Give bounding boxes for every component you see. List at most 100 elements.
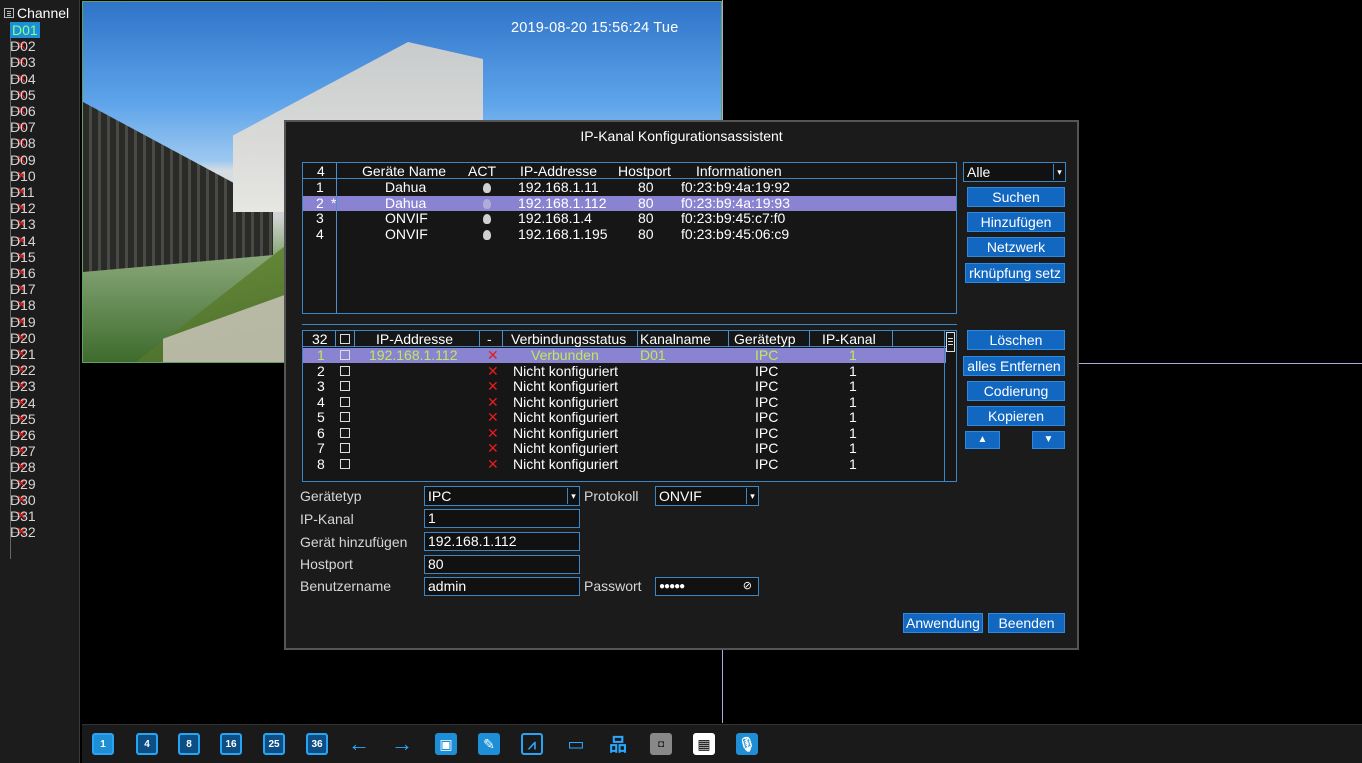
channel-item-d02[interactable]: ✕ D02 — [10, 38, 36, 54]
channel-item-d15[interactable]: ✕ D15 — [10, 249, 36, 265]
channel-item-d16[interactable]: ✕ D16 — [10, 265, 36, 281]
network-icon[interactable]: 品 — [607, 733, 629, 755]
encoding-button[interactable]: Codierung — [967, 381, 1065, 401]
channel-item-d32[interactable]: ✕ D32 — [10, 524, 36, 540]
device-row[interactable]: 4 ONVIF 192.168.1.195 80 f0:23:b9:45:06:c9 — [303, 226, 956, 242]
copy-button[interactable]: Kopieren — [967, 406, 1065, 426]
arrow-right-icon[interactable]: → — [391, 731, 413, 756]
channel-row[interactable]: ✕ 5 Nicht konfiguriert IPC 1 — [303, 410, 946, 425]
channel-item-d06[interactable]: ✕ D06 — [10, 103, 36, 119]
channel-row-checkbox[interactable] — [340, 443, 350, 453]
channel-item-d14[interactable]: ✕ D14 — [10, 233, 36, 249]
device-row[interactable]: 2 * Dahua 192.168.1.112 80 f0:23:b9:4a:19:93 — [303, 194, 956, 211]
search-button[interactable]: Suchen — [967, 187, 1065, 207]
channel-item-d03[interactable]: ✕ D03 — [10, 54, 36, 70]
exit-button[interactable]: Beenden — [988, 613, 1065, 633]
eye-slash-icon[interactable]: ⊘ — [743, 578, 752, 595]
channel-row[interactable]: ✕ 6 Nicht konfiguriert IPC 1 — [303, 425, 946, 441]
channel-row-checkbox[interactable] — [340, 458, 350, 469]
apply-button[interactable]: Anwendung — [903, 613, 983, 633]
layout-36-button[interactable]: 36 — [306, 733, 328, 755]
channel-row-checkbox[interactable] — [340, 412, 350, 422]
select-all-checkbox[interactable] — [340, 334, 350, 344]
device-search-table[interactable]: 4 Geräte Name ACT IP-Addresse Hostport I… — [302, 162, 957, 314]
move-down-button[interactable]: ▼ — [1032, 431, 1065, 449]
device-row[interactable]: 1 Dahua 192.168.1.11 80 f0:23:b9:4a:19:92 — [303, 180, 956, 195]
channel-item-d31[interactable]: ✕ D31 — [10, 508, 36, 524]
channel-tree-root[interactable]: Channel — [4, 6, 69, 20]
network-button[interactable]: Netzwerk — [967, 237, 1065, 257]
layout-16-button[interactable]: 16 — [220, 733, 242, 755]
device-ip-input[interactable]: 192.168.1.112 — [424, 532, 580, 551]
channel-item-d24[interactable]: ✕ D24 — [10, 395, 36, 411]
fullscreen-icon[interactable]: ▣ — [435, 733, 457, 755]
channel-row[interactable]: ✕ 2 Nicht konfiguriert IPC 1 — [303, 362, 946, 379]
channel-row-checkbox[interactable] — [340, 365, 350, 376]
channel-item-d19[interactable]: ✕ D19 — [10, 314, 36, 330]
disk-icon[interactable]: ◘ — [650, 733, 672, 755]
channel-table-scrollbar[interactable] — [944, 331, 956, 481]
microphone-icon[interactable]: 🎙 — [736, 733, 758, 755]
channel-row[interactable]: ✕ 8 Nicht konfiguriert IPC 1 — [303, 456, 946, 472]
delete-button[interactable]: Löschen — [967, 330, 1065, 350]
channel-row[interactable]: ✕ 1 192.168.1.112 Verbunden D01 IPC 1 — [303, 348, 946, 363]
device-row[interactable]: 3 ONVIF 192.168.1.4 80 f0:23:b9:45:c7:f0 — [303, 211, 956, 226]
channel-item-d17[interactable]: ✕ D17 — [10, 281, 36, 297]
monitor-icon[interactable]: ▭ — [565, 733, 587, 755]
channel-row-checkbox[interactable] — [340, 350, 350, 360]
add-device-button[interactable]: Hinzufügen — [967, 212, 1065, 232]
arrow-left-icon[interactable]: ← — [348, 731, 370, 756]
channel-item-d13[interactable]: ✕ D13 — [10, 216, 36, 232]
channel-item-d21[interactable]: ✕ D21 — [10, 346, 36, 362]
channel-count: 32 — [312, 331, 328, 347]
channel-item-d09[interactable]: ✕ D09 — [10, 152, 36, 168]
channel-item-d07[interactable]: ✕ D07 — [10, 119, 36, 135]
channel-row-checkbox[interactable] — [340, 381, 350, 391]
username-label: Benutzername — [300, 578, 392, 594]
channel-row-checkbox[interactable] — [340, 396, 350, 407]
channel-item-d18[interactable]: ✕ D18 — [10, 297, 36, 313]
protocol-select[interactable]: ONVIF ▾ — [655, 486, 759, 506]
channel-item-d25[interactable]: ✕ D25 — [10, 411, 36, 427]
channel-item-d23[interactable]: ✕ D23 — [10, 378, 36, 394]
channel-item-d27[interactable]: ✕ D27 — [10, 443, 36, 459]
layout-8-button[interactable]: 8 — [178, 733, 200, 755]
channel-row-checkbox[interactable] — [340, 427, 350, 438]
draw-icon[interactable]: ✎ — [478, 733, 500, 755]
channel-item-d26[interactable]: ✕ D26 — [10, 427, 36, 443]
channel-row-no: 2 — [317, 362, 325, 379]
channel-item-d12[interactable]: ✕ D12 — [10, 200, 36, 216]
channel-item-d22[interactable]: ✕ D22 — [10, 362, 36, 378]
layout-4-button[interactable]: 4 — [136, 733, 158, 755]
channel-item-d11[interactable]: ✕ D11 — [10, 184, 35, 200]
device-filter-select[interactable]: Alle ▾ — [963, 162, 1066, 182]
device-type-select[interactable]: IPC ▾ — [424, 486, 580, 506]
layout-25-button[interactable]: 25 — [263, 733, 285, 755]
channel-item-d30[interactable]: ✕ D30 — [10, 492, 36, 508]
channel-row[interactable]: ✕ 7 Nicht konfiguriert IPC 1 — [303, 441, 946, 456]
move-up-button[interactable]: ▲ — [965, 431, 1000, 449]
layout-1-button[interactable]: 1 — [92, 733, 114, 755]
channel-row[interactable]: ✕ 4 Nicht konfiguriert IPC 1 — [303, 394, 946, 410]
scrollbar-thumb[interactable] — [946, 332, 955, 352]
hostport-input[interactable]: 80 — [424, 555, 580, 574]
layout-1-label: 1 — [100, 738, 106, 750]
chart-icon[interactable]: ⩘ — [521, 733, 543, 755]
username-input[interactable]: admin — [424, 577, 580, 596]
channel-item-d08[interactable]: ✕ D08 — [10, 135, 36, 151]
channel-item-d05[interactable]: ✕ D05 — [10, 87, 36, 103]
channel-item-d10[interactable]: ✕ D10 — [10, 168, 36, 184]
channel-table[interactable]: 32 IP-Addresse - Verbindungsstatus Kanal… — [302, 330, 957, 482]
channel-item-d28[interactable]: ✕ D28 — [10, 459, 36, 475]
channel-item-d01[interactable]: ▶D01 — [10, 22, 40, 38]
remove-all-button[interactable]: alles Entfernen — [963, 356, 1065, 376]
device-row-port: 80 — [638, 194, 654, 211]
link-setting-button[interactable]: rknüpfung setz — [965, 263, 1065, 283]
qr-code-icon[interactable]: ▦ — [693, 733, 715, 755]
password-input[interactable]: ●●●●● ⊘ — [655, 577, 759, 596]
channel-item-d29[interactable]: ✕ D29 — [10, 476, 36, 492]
ip-channel-input[interactable]: 1 — [424, 509, 580, 528]
channel-row[interactable]: ✕ 3 Nicht konfiguriert IPC 1 — [303, 379, 946, 394]
channel-item-d04[interactable]: ✕ D04 — [10, 71, 36, 87]
channel-item-d20[interactable]: ✕ D20 — [10, 330, 36, 346]
